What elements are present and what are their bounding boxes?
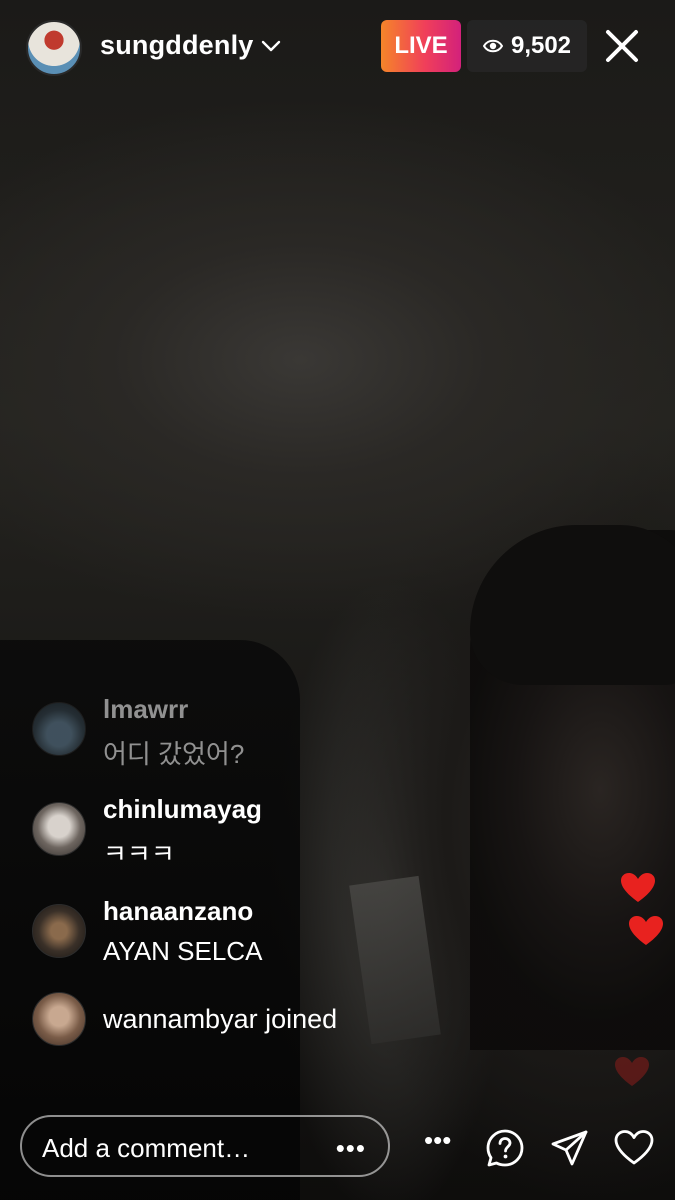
comment-input[interactable]: Add a comment… ••• <box>20 1115 390 1177</box>
chevron-down-icon[interactable] <box>258 34 284 58</box>
more-icon[interactable]: ••• <box>424 1127 454 1160</box>
video-hair <box>470 525 675 685</box>
host-avatar[interactable] <box>26 20 82 76</box>
heart-icon <box>615 1057 649 1086</box>
host-username[interactable]: sungddenly <box>100 30 254 61</box>
viewer-count-badge[interactable]: 9,502 <box>467 20 587 72</box>
eye-icon <box>482 39 503 53</box>
comment-username: lmawrr <box>103 694 189 724</box>
comment-placeholder: Add a comment… <box>42 1133 251 1163</box>
more-icon[interactable]: ••• <box>336 1133 366 1164</box>
close-icon[interactable] <box>600 24 644 68</box>
comment-text: ㅋㅋㅋ <box>103 839 175 869</box>
comment-item: lmawrr 어디 갔었어? <box>32 692 452 769</box>
live-badge: LIVE <box>381 20 461 72</box>
comment-username: chinlumayag <box>103 794 262 824</box>
heart-icon[interactable] <box>614 1128 654 1168</box>
join-notice: wannambyar joined <box>32 992 452 1052</box>
live-label: LIVE <box>394 32 448 59</box>
commenter-avatar <box>32 904 86 958</box>
heart-icon <box>629 916 663 945</box>
commenter-avatar <box>32 702 86 756</box>
join-notice-text: wannambyar joined <box>103 1004 338 1034</box>
live-header: sungddenly LIVE 9,502 <box>0 0 675 100</box>
comment-text: 어디 갔었어? <box>103 739 245 769</box>
comment-item: hanaanzano AYAN SELCA <box>32 892 452 966</box>
send-icon[interactable] <box>550 1128 590 1168</box>
commenter-avatar <box>32 802 86 856</box>
heart-icon <box>621 873 655 902</box>
comment-username: hanaanzano <box>103 896 254 926</box>
comment-item: chinlumayag ㅋㅋㅋ <box>32 790 452 869</box>
question-icon[interactable] <box>485 1128 525 1168</box>
comment-text: AYAN SELCA <box>103 936 263 966</box>
live-video-stage: sungddenly LIVE 9,502 lmawrr 어디 갔었어? chi… <box>0 0 675 1200</box>
joiner-avatar <box>32 992 86 1046</box>
viewer-count: 9,502 <box>510 32 572 59</box>
